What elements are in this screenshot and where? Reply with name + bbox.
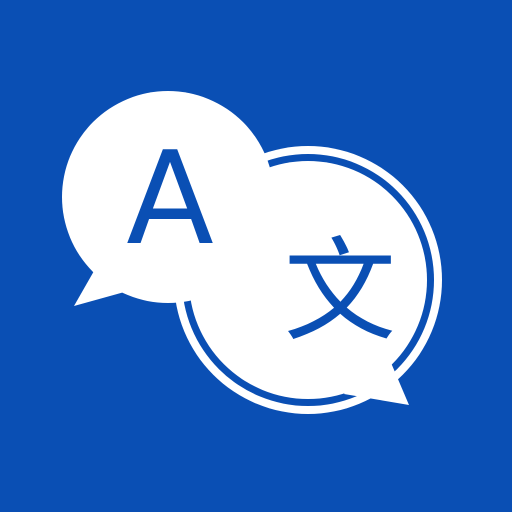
source-glyph-a: A [126,125,214,274]
target-glyph-wen: 文 [284,227,396,357]
translate-icon: A 文 [62,91,442,414]
translate-app-icon: A 文 [0,0,512,512]
